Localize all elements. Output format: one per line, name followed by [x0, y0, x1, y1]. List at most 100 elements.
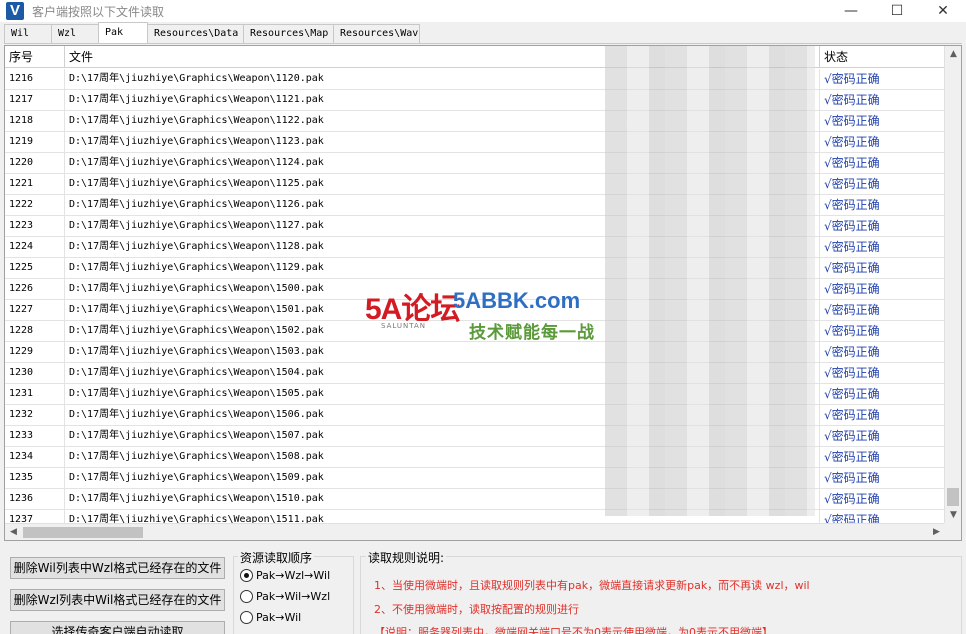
radio-checked-icon[interactable] — [240, 569, 253, 582]
row-id: 1236 — [5, 489, 65, 510]
row-file-path: D:\17周年\jiuzhiye\Graphics\Weapon\1129.pa… — [65, 258, 820, 279]
radio-option-pak-wil[interactable]: Pak→Wil — [240, 611, 301, 624]
column-header-id[interactable]: 序号 — [5, 46, 65, 68]
row-status: √密码正确 — [824, 408, 880, 422]
window-controls: — ☐ ✕ — [828, 0, 966, 22]
table-row[interactable]: 1217 D:\17周年\jiuzhiye\Graphics\Weapon\112… — [5, 90, 945, 111]
table-row[interactable]: 1234 D:\17周年\jiuzhiye\Graphics\Weapon\150… — [5, 447, 945, 468]
tab-resources-data[interactable]: Resources\Data — [147, 24, 244, 43]
table-row[interactable]: 1231 D:\17周年\jiuzhiye\Graphics\Weapon\150… — [5, 384, 945, 405]
delete-wzl-duplicates-button[interactable]: 删除Wzl列表中Wil格式已经存在的文件 — [10, 589, 225, 611]
row-file-path: D:\17周年\jiuzhiye\Graphics\Weapon\1505.pa… — [65, 384, 820, 405]
radio-option-pak-wzl-wil[interactable]: Pak→Wzl→Wil — [240, 569, 330, 582]
radio-label: Pak→Wil — [256, 611, 302, 624]
row-id: 1232 — [5, 405, 65, 426]
table-row[interactable]: 1219 D:\17周年\jiuzhiye\Graphics\Weapon\112… — [5, 132, 945, 153]
radio-label: Pak→Wzl→Wil — [256, 569, 331, 582]
column-header-status[interactable]: 状态 — [820, 46, 945, 68]
table-row[interactable]: 1233 D:\17周年\jiuzhiye\Graphics\Weapon\150… — [5, 426, 945, 447]
table-row[interactable]: 1235 D:\17周年\jiuzhiye\Graphics\Weapon\150… — [5, 468, 945, 489]
row-status: √密码正确 — [824, 345, 880, 359]
row-status: √密码正确 — [824, 156, 880, 170]
row-file-path: D:\17周年\jiuzhiye\Graphics\Weapon\1122.pa… — [65, 111, 820, 132]
row-id: 1216 — [5, 69, 65, 90]
tab-wil[interactable]: Wil — [4, 24, 52, 43]
table-row[interactable]: 1222 D:\17周年\jiuzhiye\Graphics\Weapon\112… — [5, 195, 945, 216]
app-logo-icon: V — [6, 2, 24, 20]
list-rows: 1216 D:\17周年\jiuzhiye\Graphics\Weapon\112… — [5, 69, 945, 531]
auto-read-client-button[interactable]: 选择传奇客户端自动读取 — [10, 621, 225, 634]
row-id: 1231 — [5, 384, 65, 405]
row-id: 1233 — [5, 426, 65, 447]
table-row[interactable]: 1230 D:\17周年\jiuzhiye\Graphics\Weapon\150… — [5, 363, 945, 384]
tab-divider — [4, 43, 962, 44]
title-bar: V 客户端按照以下文件读取 — ☐ ✕ — [0, 0, 966, 22]
row-status: √密码正确 — [824, 429, 880, 443]
rule-line-2: 2、不使用微端时，读取按配置的规则进行 — [374, 603, 579, 616]
column-header-file[interactable]: 文件 — [65, 46, 820, 68]
maximize-button[interactable]: ☐ — [874, 0, 920, 22]
table-row[interactable]: 1216 D:\17周年\jiuzhiye\Graphics\Weapon\112… — [5, 69, 945, 90]
table-row[interactable]: 1224 D:\17周年\jiuzhiye\Graphics\Weapon\112… — [5, 237, 945, 258]
row-file-path: D:\17周年\jiuzhiye\Graphics\Weapon\1127.pa… — [65, 216, 820, 237]
minimize-button[interactable]: — — [828, 0, 874, 22]
radio-unchecked-icon[interactable] — [240, 611, 253, 624]
row-id: 1224 — [5, 237, 65, 258]
table-row[interactable]: 1226 D:\17周年\jiuzhiye\Graphics\Weapon\150… — [5, 279, 945, 300]
rules-title: 读取规则说明: — [366, 549, 447, 566]
table-row[interactable]: 1232 D:\17周年\jiuzhiye\Graphics\Weapon\150… — [5, 405, 945, 426]
table-row[interactable]: 1228 D:\17周年\jiuzhiye\Graphics\Weapon\150… — [5, 321, 945, 342]
row-id: 1222 — [5, 195, 65, 216]
scroll-down-arrow-icon[interactable]: ▼ — [945, 507, 961, 524]
row-status: √密码正确 — [824, 219, 880, 233]
tab-bar: Wil Wzl Pak Resources\Data Resources\Map… — [4, 22, 420, 43]
row-id: 1218 — [5, 111, 65, 132]
row-status: √密码正确 — [824, 198, 880, 212]
vertical-scroll-thumb[interactable] — [947, 488, 959, 506]
row-file-path: D:\17周年\jiuzhiye\Graphics\Weapon\1509.pa… — [65, 468, 820, 489]
table-row[interactable]: 1225 D:\17周年\jiuzhiye\Graphics\Weapon\112… — [5, 258, 945, 279]
row-status: √密码正确 — [824, 135, 880, 149]
row-id: 1230 — [5, 363, 65, 384]
radio-unchecked-icon[interactable] — [240, 590, 253, 603]
horizontal-scrollbar[interactable]: ◀ ▶ — [5, 523, 945, 540]
vertical-scrollbar[interactable]: ▲ ▼ — [944, 46, 961, 524]
row-id: 1234 — [5, 447, 65, 468]
row-file-path: D:\17周年\jiuzhiye\Graphics\Weapon\1507.pa… — [65, 426, 820, 447]
row-file-path: D:\17周年\jiuzhiye\Graphics\Weapon\1121.pa… — [65, 90, 820, 111]
table-row[interactable]: 1218 D:\17周年\jiuzhiye\Graphics\Weapon\112… — [5, 111, 945, 132]
row-status: √密码正确 — [824, 114, 880, 128]
tab-resources-wav[interactable]: Resources\Wav — [333, 24, 420, 43]
row-id: 1221 — [5, 174, 65, 195]
row-file-path: D:\17周年\jiuzhiye\Graphics\Weapon\1120.pa… — [65, 69, 820, 90]
table-row[interactable]: 1227 D:\17周年\jiuzhiye\Graphics\Weapon\150… — [5, 300, 945, 321]
radio-option-pak-wil-wzl[interactable]: Pak→Wil→Wzl — [240, 590, 330, 603]
row-id: 1235 — [5, 468, 65, 489]
tab-resources-map[interactable]: Resources\Map — [243, 24, 334, 43]
row-id: 1219 — [5, 132, 65, 153]
row-status: √密码正确 — [824, 387, 880, 401]
delete-wil-duplicates-button[interactable]: 删除Wil列表中Wzl格式已经存在的文件 — [10, 557, 225, 579]
table-row[interactable]: 1229 D:\17周年\jiuzhiye\Graphics\Weapon\150… — [5, 342, 945, 363]
row-status: √密码正确 — [824, 366, 880, 380]
table-row[interactable]: 1223 D:\17周年\jiuzhiye\Graphics\Weapon\112… — [5, 216, 945, 237]
row-status: √密码正确 — [824, 240, 880, 254]
row-file-path: D:\17周年\jiuzhiye\Graphics\Weapon\1502.pa… — [65, 321, 820, 342]
horizontal-scroll-thumb[interactable] — [23, 527, 143, 538]
row-id: 1220 — [5, 153, 65, 174]
scroll-left-arrow-icon[interactable]: ◀ — [5, 524, 22, 540]
row-status: √密码正确 — [824, 282, 880, 296]
table-row[interactable]: 1236 D:\17周年\jiuzhiye\Graphics\Weapon\151… — [5, 489, 945, 510]
table-row[interactable]: 1221 D:\17周年\jiuzhiye\Graphics\Weapon\112… — [5, 174, 945, 195]
table-row[interactable]: 1220 D:\17周年\jiuzhiye\Graphics\Weapon\112… — [5, 153, 945, 174]
radio-label: Pak→Wil→Wzl — [256, 590, 331, 603]
tab-pak[interactable]: Pak — [98, 22, 148, 43]
scroll-up-arrow-icon[interactable]: ▲ — [945, 46, 961, 63]
row-file-path: D:\17周年\jiuzhiye\Graphics\Weapon\1500.pa… — [65, 279, 820, 300]
file-list-view[interactable]: 序号 文件 状态 1216 D:\17周年\jiuzhiye\Graphics\W… — [4, 45, 962, 541]
row-status: √密码正确 — [824, 450, 880, 464]
tab-wzl[interactable]: Wzl — [51, 24, 99, 43]
row-status: √密码正确 — [824, 177, 880, 191]
close-button[interactable]: ✕ — [920, 0, 966, 22]
scroll-right-arrow-icon[interactable]: ▶ — [928, 524, 945, 540]
